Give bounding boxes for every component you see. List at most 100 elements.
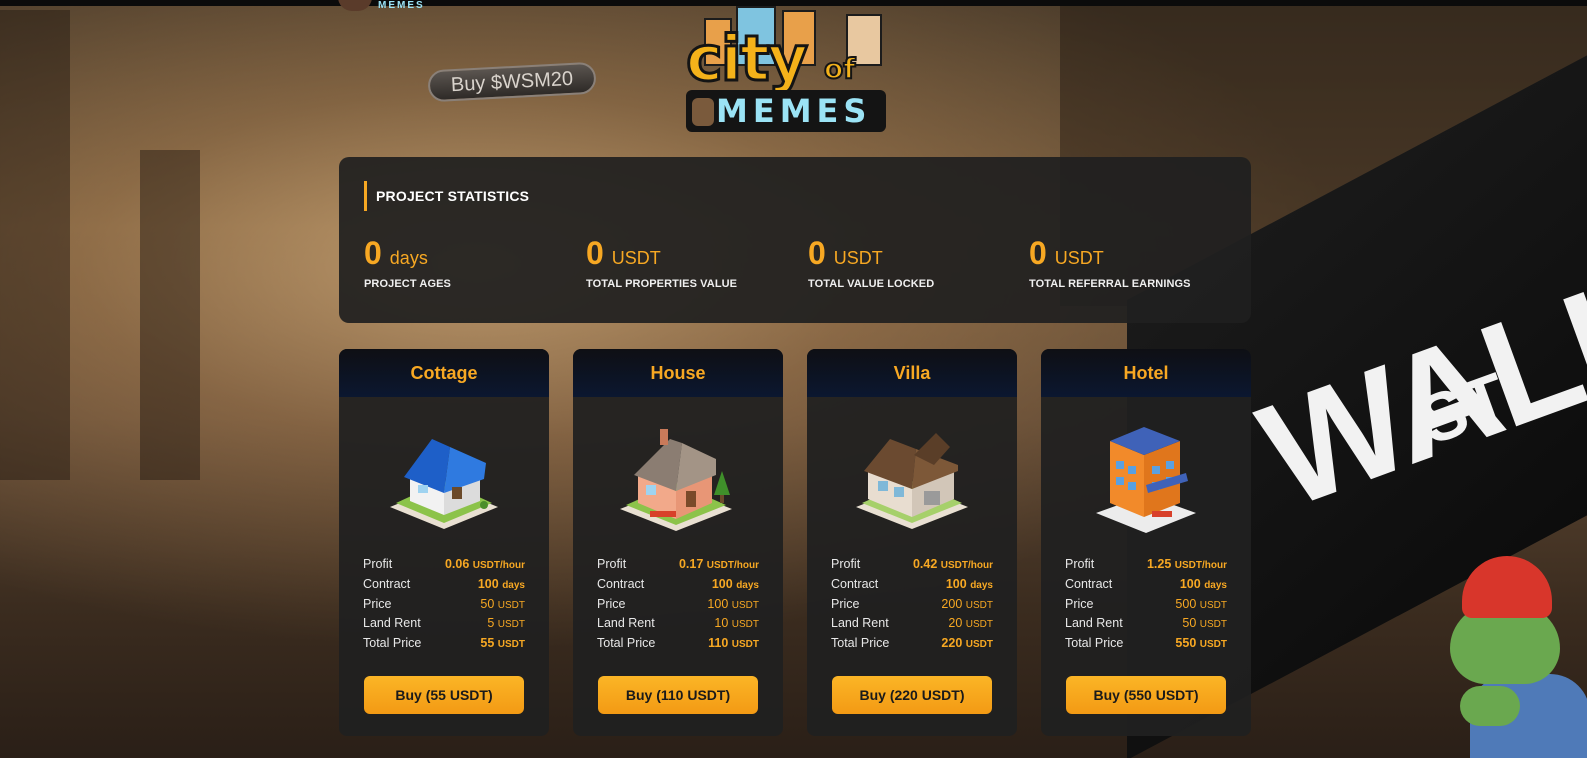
- info-key: Contract: [363, 576, 411, 591]
- info-value: 500 USDT: [1175, 597, 1227, 611]
- info-row-contract: Contract 100 days: [597, 577, 759, 597]
- info-value: 100 USDT: [707, 597, 759, 611]
- info-number: 500: [1175, 596, 1197, 611]
- buy-cottage-button[interactable]: Buy (55 USDT): [364, 675, 524, 714]
- pepe-mascot-image: [1440, 556, 1587, 758]
- info-value: 100 days: [1180, 577, 1227, 591]
- info-number: 100: [477, 576, 499, 591]
- info-key: Total Price: [831, 636, 890, 650]
- info-unit: USDT: [731, 599, 759, 611]
- stat-value: 0: [586, 235, 604, 271]
- info-row-total-price: Total Price 220 USDT: [831, 636, 993, 656]
- info-value: 0.42 USDT/hour: [913, 557, 993, 571]
- info-row-land-rent: Land Rent 10 USDT: [597, 616, 759, 636]
- header-mini-logo[interactable]: MEMES: [338, 0, 425, 12]
- card-title: House: [573, 349, 783, 397]
- info-number: 20: [948, 616, 963, 631]
- info-unit: days: [736, 579, 759, 591]
- villa-icon: [856, 433, 968, 529]
- info-unit: USDT: [731, 639, 759, 650]
- house-icon: [620, 429, 732, 531]
- stat-label: PROJECT AGES: [364, 278, 451, 290]
- info-key: Contract: [1065, 576, 1113, 591]
- info-unit: days: [502, 579, 525, 591]
- info-key: Land Rent: [1065, 616, 1123, 631]
- info-unit: USDT/hour: [1174, 560, 1227, 571]
- property-card-villa: Villa Profit 0.42 USDT/hour Contract 100…: [807, 349, 1017, 736]
- info-unit: days: [1204, 579, 1227, 591]
- info-number: 50: [480, 596, 495, 611]
- info-row-price: Price 500 USDT: [1065, 597, 1227, 617]
- stat-value: 0: [364, 235, 382, 271]
- city-of-memes-logo[interactable]: city of MEMES: [684, 6, 896, 132]
- stat-total-properties-value: 0 USDT TOTAL PROPERTIES VALUE: [586, 235, 796, 290]
- info-value: 5 USDT: [487, 616, 525, 630]
- info-number: 220: [941, 636, 963, 650]
- info-value: 200 USDT: [941, 597, 993, 611]
- stats-title: PROJECT STATISTICS: [364, 181, 529, 211]
- info-row-land-rent: Land Rent 50 USDT: [1065, 616, 1227, 636]
- info-number: 100: [1179, 576, 1201, 591]
- stat-label: TOTAL PROPERTIES VALUE: [586, 278, 738, 290]
- info-unit: days: [970, 579, 993, 591]
- info-key: Contract: [831, 576, 879, 591]
- stat-unit: USDT: [611, 248, 661, 268]
- info-value: 55 USDT: [480, 636, 525, 650]
- info-key: Profit: [1065, 557, 1095, 571]
- info-row-contract: Contract 100 days: [363, 577, 525, 597]
- info-row-land-rent: Land Rent 20 USDT: [831, 616, 993, 636]
- logo-city-text: city: [684, 22, 809, 95]
- info-number: 0.06: [444, 557, 470, 571]
- info-number: 100: [707, 596, 729, 611]
- info-key: Land Rent: [831, 616, 889, 631]
- info-number: 550: [1175, 636, 1197, 650]
- info-unit: USDT/hour: [472, 560, 525, 571]
- info-key: Price: [1065, 596, 1094, 611]
- info-value: 1.25 USDT/hour: [1147, 557, 1227, 571]
- info-number: 5: [487, 616, 495, 631]
- info-key: Total Price: [1065, 636, 1124, 650]
- info-number: 0.17: [678, 557, 704, 571]
- info-key: Price: [597, 596, 626, 611]
- info-unit: USDT: [497, 639, 525, 650]
- info-unit: USDT/hour: [940, 560, 993, 571]
- info-number: 200: [941, 596, 963, 611]
- info-number: 55: [480, 636, 495, 650]
- info-number: 110: [708, 636, 729, 650]
- info-value: 0.17 USDT/hour: [679, 557, 759, 571]
- info-row-contract: Contract 100 days: [1065, 577, 1227, 597]
- info-value: 220 USDT: [941, 636, 993, 650]
- info-row-land-rent: Land Rent 5 USDT: [363, 616, 525, 636]
- info-unit: USDT: [965, 639, 993, 650]
- info-key: Price: [831, 596, 860, 611]
- stat-total-value-locked: 0 USDT TOTAL VALUE LOCKED: [808, 235, 1018, 290]
- street-sign-text: Buy $WSM20: [450, 67, 574, 96]
- info-key: Land Rent: [363, 616, 421, 631]
- logo-of-text: of: [823, 51, 856, 86]
- info-row-contract: Contract 100 days: [831, 577, 993, 597]
- info-row-total-price: Total Price 550 USDT: [1065, 636, 1227, 656]
- info-key: Profit: [597, 557, 627, 571]
- info-unit: USDT: [497, 619, 525, 631]
- info-value: 20 USDT: [948, 616, 993, 630]
- card-title: Cottage: [339, 349, 549, 397]
- info-key: Contract: [597, 576, 645, 591]
- stat-total-referral-earnings: 0 USDT TOTAL REFERRAL EARNINGS: [1029, 235, 1239, 290]
- buy-house-button[interactable]: Buy (110 USDT): [598, 675, 758, 714]
- stat-unit: USDT: [1054, 248, 1104, 268]
- buy-hotel-button[interactable]: Buy (550 USDT): [1066, 675, 1226, 714]
- cottage-icon: [390, 439, 498, 529]
- card-title: Hotel: [1041, 349, 1251, 397]
- stat-unit: days: [389, 248, 428, 268]
- info-row-total-price: Total Price 110 USDT: [597, 636, 759, 656]
- info-value: 100 days: [712, 577, 759, 591]
- background-street-sign: Buy $WSM20: [427, 61, 597, 103]
- stat-label: TOTAL VALUE LOCKED: [808, 278, 935, 290]
- info-key: Total Price: [597, 636, 656, 650]
- info-unit: USDT/hour: [706, 560, 759, 571]
- background-building: [140, 150, 200, 480]
- info-row-profit: Profit 0.42 USDT/hour: [831, 557, 993, 577]
- buy-villa-button[interactable]: Buy (220 USDT): [832, 675, 992, 714]
- info-key: Land Rent: [597, 616, 655, 631]
- info-number: 100: [711, 576, 733, 591]
